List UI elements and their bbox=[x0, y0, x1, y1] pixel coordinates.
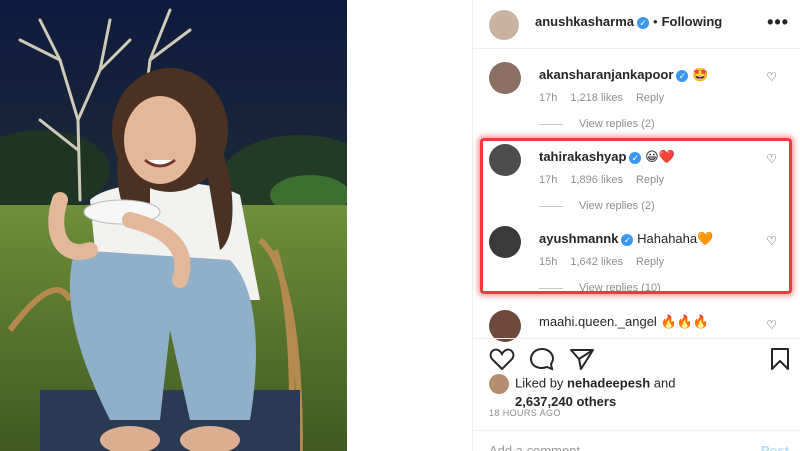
reply-button[interactable]: Reply bbox=[636, 256, 664, 268]
comment-meta: 17h 1,896 likes Reply bbox=[539, 174, 677, 186]
action-bar bbox=[473, 338, 800, 379]
comment-meta: 15h 1,642 likes Reply bbox=[539, 256, 677, 268]
commenter-username[interactable]: maahi.queen._angel bbox=[539, 314, 657, 329]
post-timestamp[interactable]: 18 HOURS AGO bbox=[489, 408, 561, 418]
add-comment-input[interactable]: Add a comment... bbox=[489, 443, 591, 451]
replies-line bbox=[539, 205, 563, 207]
author-line: anushkasharma ✓ • Following bbox=[535, 14, 722, 29]
author-avatar[interactable] bbox=[489, 10, 519, 40]
photo-gutter bbox=[347, 0, 472, 451]
comment-body: 🔥🔥🔥 bbox=[660, 314, 710, 329]
commenter-username[interactable]: ayushmannk bbox=[539, 231, 618, 246]
verified-icon: ✓ bbox=[629, 151, 642, 164]
comment-text-line: akansharanjankapoor ✓ 🤩 bbox=[539, 67, 708, 83]
post-sidebar: anushkasharma ✓ • Following ••• akansharanj… bbox=[472, 0, 800, 451]
comment-likes[interactable]: 1,896 likes bbox=[570, 174, 623, 186]
comment-time[interactable]: 17h bbox=[539, 92, 557, 104]
like-comment-icon[interactable]: ♡ bbox=[766, 234, 777, 248]
add-comment-bar: Add a comment... Post bbox=[473, 430, 800, 451]
replies-line bbox=[539, 287, 563, 289]
more-options-icon[interactable]: ••• bbox=[767, 12, 789, 33]
view-replies-button[interactable]: View replies (10) bbox=[539, 282, 661, 294]
reply-button[interactable]: Reply bbox=[636, 174, 664, 186]
liker-avatar[interactable] bbox=[489, 374, 509, 394]
replies-line bbox=[539, 123, 563, 125]
comment-body: 🤩 bbox=[692, 67, 709, 82]
commenter-avatar[interactable] bbox=[489, 226, 521, 258]
view-replies-button[interactable]: View replies (2) bbox=[539, 118, 655, 130]
view-replies-label: View replies (2) bbox=[579, 200, 655, 212]
verified-icon: ✓ bbox=[637, 16, 649, 29]
comment-time[interactable]: 15h bbox=[539, 256, 557, 268]
comment-time[interactable]: 17h bbox=[539, 174, 557, 186]
post-photo bbox=[0, 0, 347, 451]
commenter-avatar[interactable] bbox=[489, 62, 521, 94]
comment-body: 😀❤️ bbox=[645, 149, 675, 164]
verified-icon: ✓ bbox=[621, 233, 634, 246]
view-replies-button[interactable]: View replies (2) bbox=[539, 200, 655, 212]
reply-button[interactable]: Reply bbox=[636, 92, 664, 104]
comment-likes[interactable]: 1,218 likes bbox=[570, 92, 623, 104]
like-comment-icon[interactable]: ♡ bbox=[766, 318, 777, 332]
and-label: and bbox=[653, 375, 676, 391]
view-replies-label: View replies (2) bbox=[579, 118, 655, 130]
comment-likes[interactable]: 1,642 likes bbox=[570, 256, 623, 268]
comment-body: Hahahaha🧡 bbox=[637, 231, 714, 246]
liked-by-label: Liked by bbox=[515, 375, 564, 391]
comment-meta: 17h 1,218 likes Reply bbox=[539, 92, 677, 104]
liked-by-user[interactable]: nehadeepesh bbox=[567, 375, 650, 390]
share-icon[interactable] bbox=[569, 347, 595, 376]
likes-summary: Liked by nehadeepesh and 2,637,240 other… bbox=[489, 374, 675, 409]
view-replies-label: View replies (10) bbox=[579, 282, 661, 294]
commenter-username[interactable]: tahirakashyap bbox=[539, 149, 626, 164]
post-button[interactable]: Post bbox=[761, 443, 789, 451]
author-username[interactable]: anushkasharma bbox=[535, 14, 634, 29]
like-comment-icon[interactable]: ♡ bbox=[766, 70, 777, 84]
separator-dot: • bbox=[653, 14, 658, 29]
verified-icon: ✓ bbox=[676, 69, 689, 82]
post-header: anushkasharma ✓ • Following ••• bbox=[473, 0, 800, 49]
likes-count[interactable]: 2,637,240 others bbox=[515, 394, 616, 409]
comment-text-line: ayushmannk ✓ Hahahaha🧡 bbox=[539, 231, 713, 247]
like-comment-icon[interactable]: ♡ bbox=[766, 152, 777, 166]
heart-icon[interactable] bbox=[489, 347, 515, 376]
commenter-avatar[interactable] bbox=[489, 144, 521, 176]
bookmark-icon[interactable] bbox=[769, 347, 791, 376]
commenter-username[interactable]: akansharanjankapoor bbox=[539, 67, 673, 82]
comment-text-line: tahirakashyap ✓ 😀❤️ bbox=[539, 149, 675, 165]
comment-text-line: maahi.queen._angel 🔥🔥🔥 bbox=[539, 314, 709, 330]
following-button[interactable]: Following bbox=[662, 14, 723, 29]
comment-icon[interactable] bbox=[529, 347, 555, 376]
